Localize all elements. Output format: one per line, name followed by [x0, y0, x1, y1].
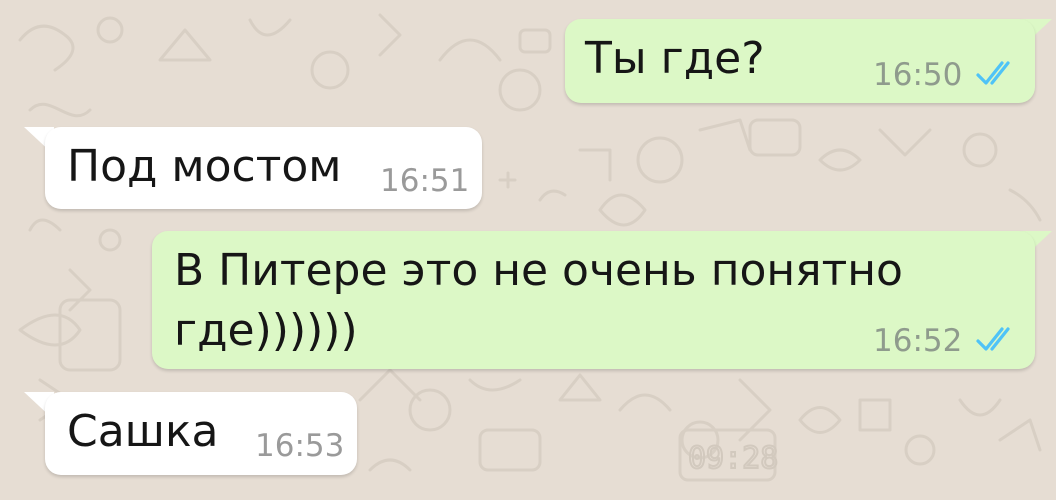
outgoing-message-bubble[interactable]: В Питере это не очень понятно где)))))) …	[152, 231, 1035, 369]
message-text: Ты где?	[585, 33, 765, 84]
message-text: В Питере это не очень понятно где))))))	[174, 245, 903, 356]
double-check-read-icon	[976, 327, 1010, 351]
incoming-message-bubble[interactable]: Сашка 16:53	[45, 392, 357, 475]
message-timestamp: 16:50	[873, 57, 963, 93]
double-check-read-icon	[976, 61, 1010, 85]
outgoing-message-bubble[interactable]: Ты где? 16:50	[565, 19, 1035, 103]
message-timestamp: 16:52	[873, 323, 963, 359]
message-text: Сашка	[67, 406, 219, 457]
message-timestamp: 16:53	[255, 428, 345, 464]
message-timestamp: 16:51	[380, 163, 470, 199]
incoming-message-bubble[interactable]: Под мостом 16:51	[45, 127, 482, 209]
wallpaper-doodle-clock: 09:28	[688, 441, 778, 476]
message-text: Под мостом	[67, 141, 342, 192]
